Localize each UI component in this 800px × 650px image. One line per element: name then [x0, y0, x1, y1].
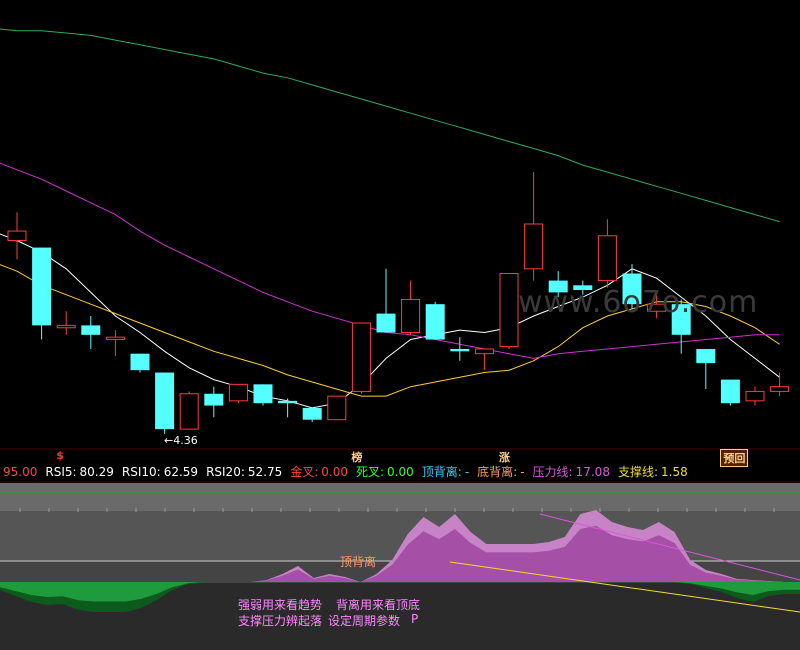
signal-marker: $: [56, 449, 64, 462]
indicator-stat-key: 金叉:: [290, 465, 319, 479]
indicator-stat-value: 0.00: [387, 465, 414, 479]
price-panel: [0, 28, 800, 483]
indicator-stat-key: 底背离:: [477, 465, 518, 479]
low-price-annotation: ←4.36: [164, 434, 198, 447]
indicator-stat-value: 62.59: [163, 465, 199, 479]
indicator-stat-value: 0.00: [321, 465, 348, 479]
indicator-stat: 支撑线: 1.58: [618, 465, 688, 479]
indicator-stat: 顶背离: -: [422, 465, 469, 479]
candle-body: [474, 348, 494, 355]
indicator-stat: 底背离: -: [477, 465, 524, 479]
indicator-stat: 95.00: [0, 465, 37, 479]
candle-body: [351, 322, 371, 392]
indicator-stat-value: 80.29: [79, 465, 114, 479]
candle-body: [401, 298, 421, 333]
candle-body: [425, 304, 445, 340]
indicator-stat-value: 1.58: [661, 465, 688, 479]
ma-line-3: [0, 28, 780, 223]
candle-body: [228, 383, 248, 402]
note-trend: 强弱用来看趋势: [238, 598, 323, 612]
indicator-stat-row: 95.00 RSI5: 80.29 RSI10: 62.59 RSI20: 52.75 金叉:…: [0, 463, 800, 479]
indicator-stat-key: 死叉:: [356, 465, 385, 479]
indicator-band-top: [0, 483, 800, 511]
indicator-stat-value: 17.08: [575, 465, 610, 479]
candle-body: [524, 223, 544, 270]
indicator-stat: 压力线: 17.08: [533, 465, 610, 479]
candle-body: [81, 325, 101, 335]
indicator-stat: RSI10: 62.59: [122, 465, 198, 479]
candle-body: [302, 407, 322, 420]
note-p: P: [411, 612, 419, 626]
chart-canvas: [0, 28, 800, 650]
indicator-stat: 金叉: 0.00: [290, 465, 348, 479]
indicator-stat-key: 支撑线:: [617, 465, 658, 479]
candle-body: [7, 230, 27, 242]
candle-body: [278, 400, 298, 404]
candle-body: [105, 336, 125, 341]
candle-body: [155, 372, 175, 430]
candle-body: [130, 353, 150, 371]
candle-body: [32, 247, 52, 326]
indicator-stat: 死叉: 0.00: [356, 465, 414, 479]
watermark: www.6o7o.com: [518, 285, 759, 320]
candle-body: [179, 393, 199, 430]
indicator-stat-key: 顶背离:: [421, 465, 462, 479]
indicator-stat-value: -: [520, 465, 525, 479]
indicator-stat: RSI20: 52.75: [206, 465, 282, 479]
candle-body: [696, 348, 716, 364]
candle-body: [204, 393, 224, 406]
candle-body: [499, 273, 519, 348]
indicator-stat-key: RSI20:: [206, 465, 245, 479]
candle-body: [720, 379, 740, 404]
indicator-stat-key: RSI5:: [45, 465, 77, 479]
indicator-stat-key: RSI10:: [121, 465, 161, 479]
candle-body: [56, 324, 76, 329]
candle-body: [376, 313, 396, 333]
candle-body: [745, 390, 765, 402]
candle-body: [450, 348, 470, 352]
note-period: 设定周期参数: [328, 614, 401, 628]
indicator-stat-key: 压力线:: [532, 465, 573, 479]
indicator-stat: RSI5: 80.29: [45, 465, 114, 479]
indicator-stat-value: 95.00: [3, 465, 38, 479]
divergence-label: 顶背离: [340, 555, 377, 569]
note-divergence: 背离用来看顶底: [336, 598, 421, 612]
candle-body: [253, 384, 273, 404]
candle-body: [597, 235, 617, 282]
candle-body: [327, 395, 347, 421]
indicator-stat-value: 52.75: [247, 465, 283, 479]
candle-body: [770, 386, 790, 392]
indicator-stat-value: -: [464, 465, 470, 479]
note-support: 支撑压力辨起落: [238, 614, 323, 628]
